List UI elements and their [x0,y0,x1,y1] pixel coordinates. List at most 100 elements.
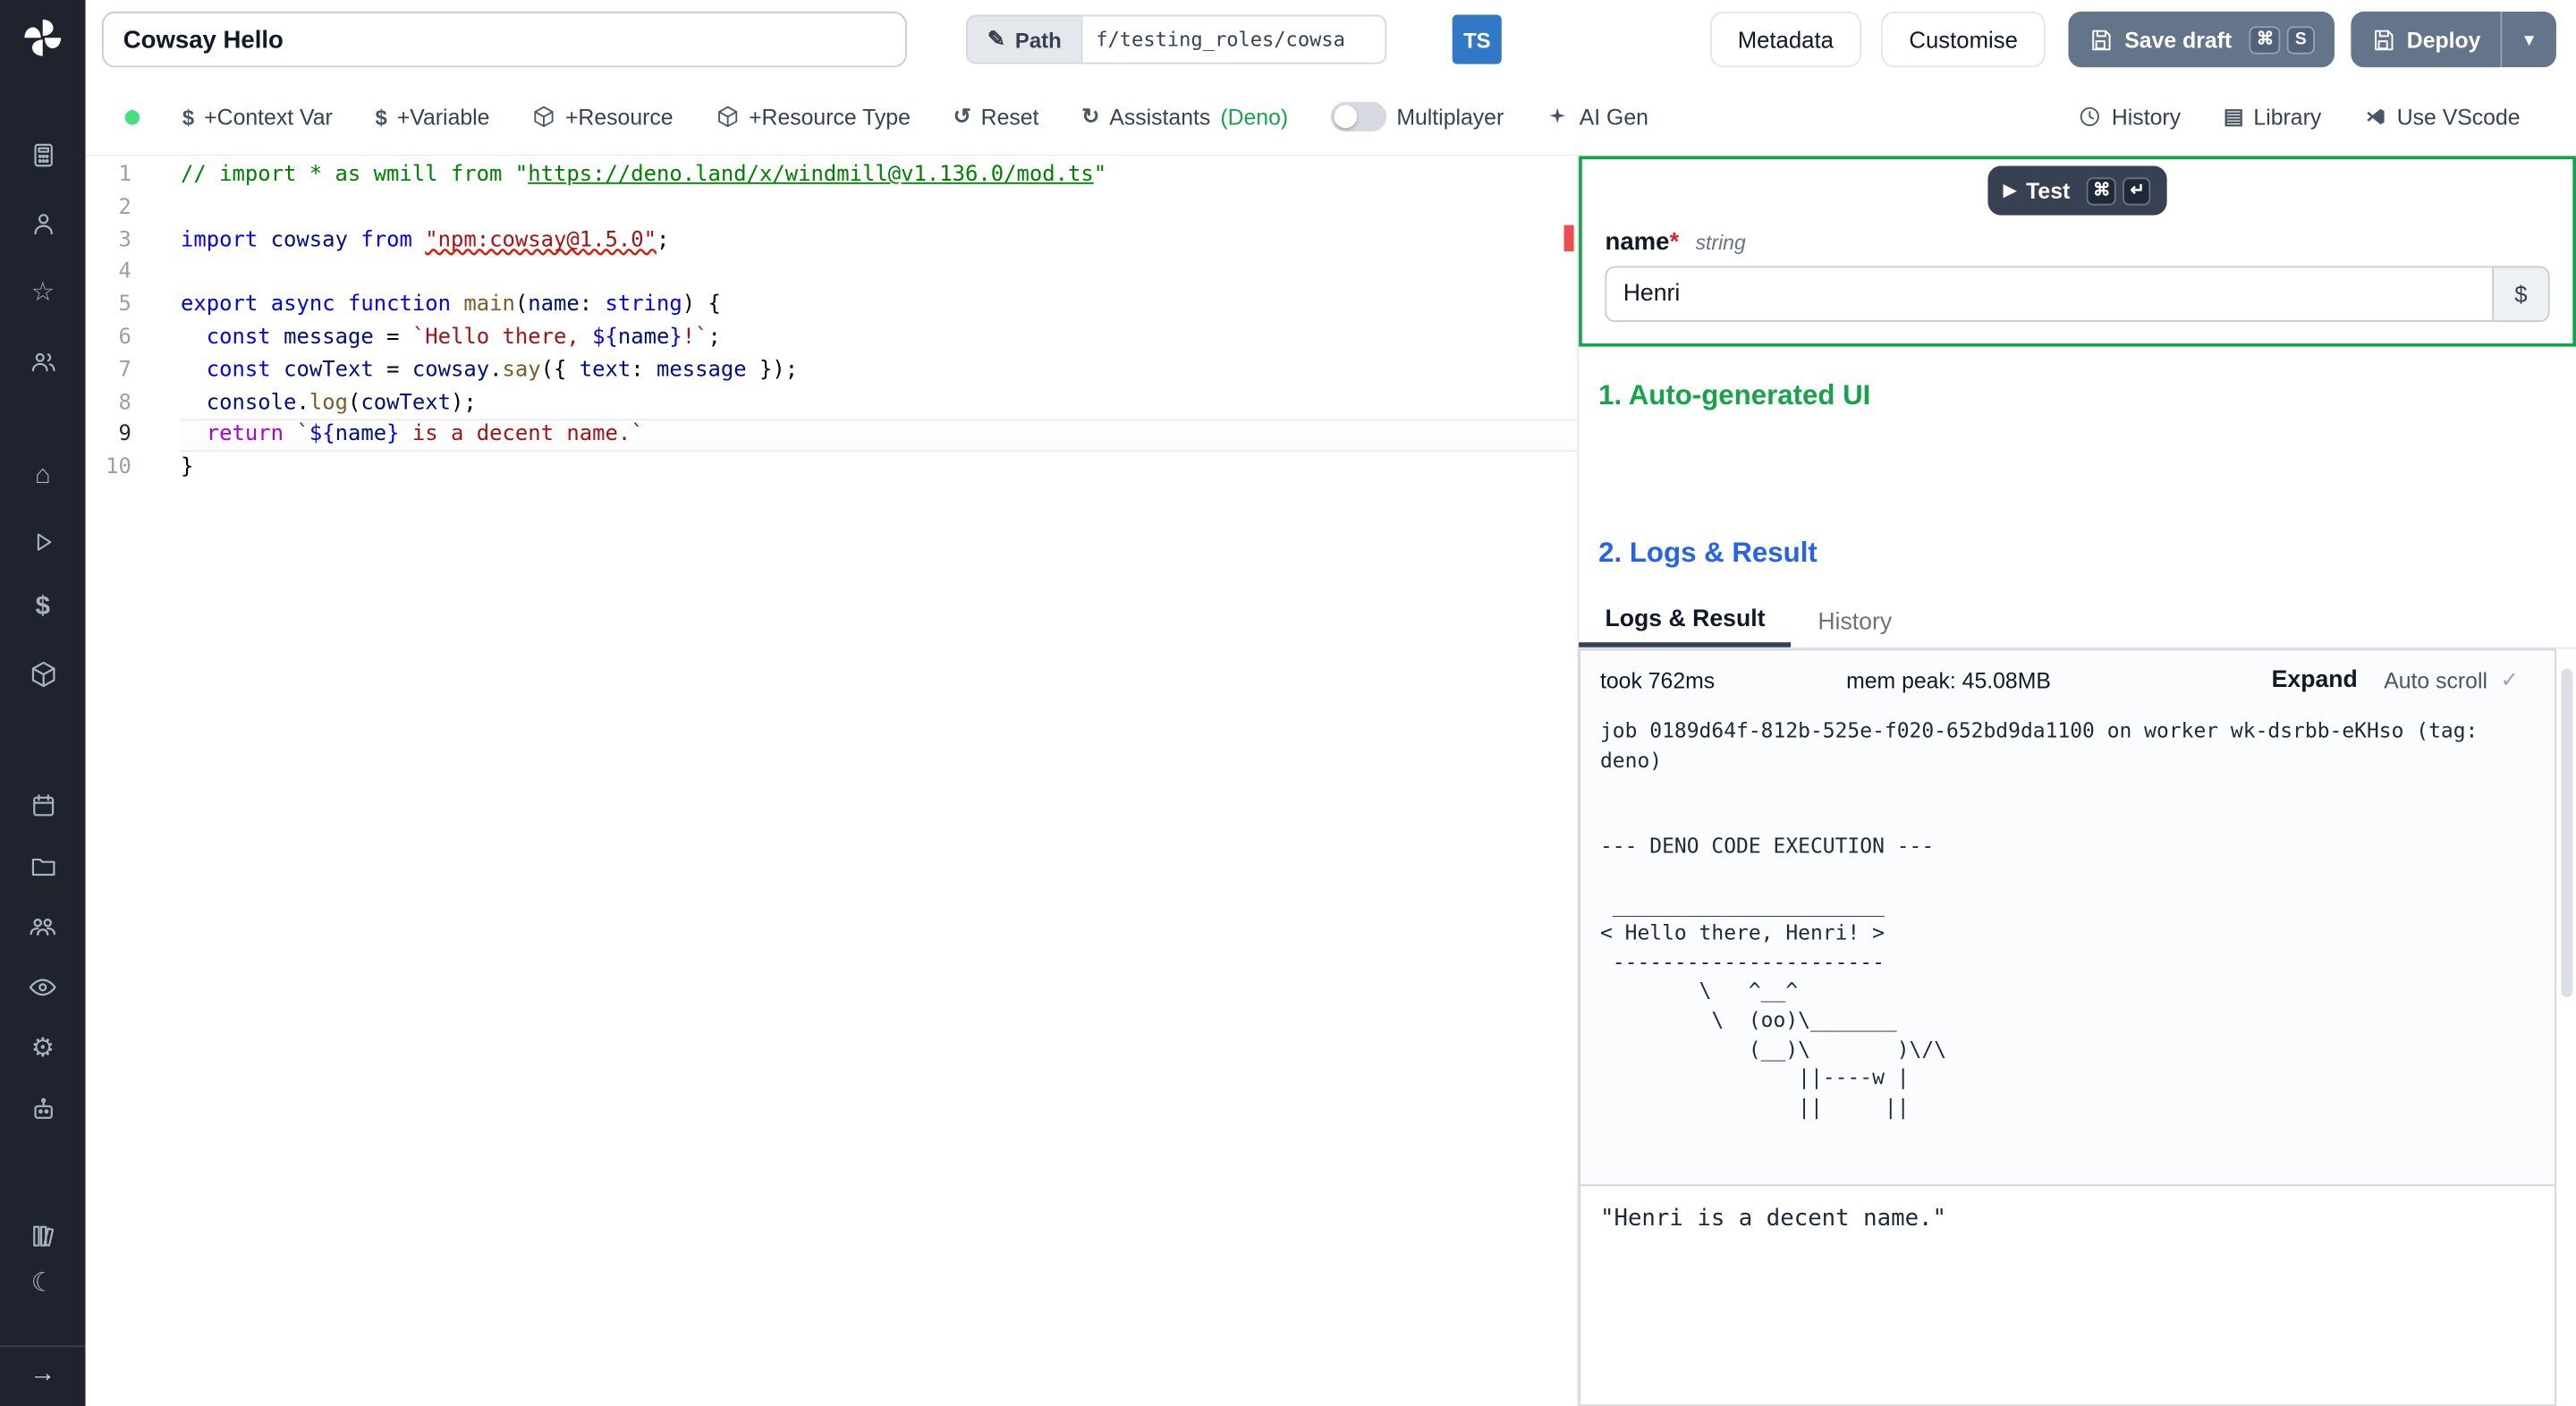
use-vscode-button[interactable]: Use VScode [2364,105,2521,129]
section-auto-generated-ui: 1. Auto-generated UI [1598,379,1871,411]
save-draft-shortcut: ⌘ S [2243,25,2315,55]
eye-icon[interactable] [0,968,86,1007]
path-button[interactable]: ✎ Path [966,14,1081,64]
tab-history[interactable]: History [1792,597,1919,648]
status-dot [124,109,140,124]
deploy-label: Deploy [2406,27,2481,52]
windmill-logo-icon[interactable] [20,13,65,63]
arg-name: name [1605,228,1670,257]
star-icon[interactable]: ☆ [0,273,86,312]
user-icon[interactable] [0,204,86,243]
gear-icon[interactable]: ⚙ [0,1029,86,1068]
home-icon[interactable]: ⌂ [0,457,86,496]
add-context-var-button[interactable]: $ +Context Var [182,105,333,130]
calendar-icon[interactable] [0,785,86,825]
arg-label-row: name * string [1605,228,2572,256]
history-button[interactable]: History [2079,105,2181,129]
calculator-icon[interactable] [0,135,86,174]
box-icon[interactable] [0,654,86,693]
code-editor[interactable]: 1 2 3 4 5 6 7 8 9 10 // import * as wmill from "h… [85,156,1578,1406]
chevron-down-icon: ▾ [2524,28,2535,51]
arg-type: string [1695,231,1746,255]
library-icon: ▤ [2223,103,2244,129]
check-icon[interactable]: ✓ [2501,667,2519,693]
assistants-language: (Deno) [1220,104,1289,130]
package-icon [716,106,739,129]
deploy-dropdown-button[interactable]: ▾ [2500,11,2556,68]
sidebar: ☆ ⌂ $ ⚙ ☾ → [0,0,86,1406]
sparkle-icon [1546,106,1570,129]
expand-button[interactable]: Expand [2272,667,2358,693]
vscode-icon [2364,106,2387,129]
result-value: "Henri is a decent name." [1599,1206,1947,1232]
package-icon [532,106,555,129]
clock-icon [2079,106,2102,129]
test-button[interactable]: ▶ Test ⌘ ↵ [1987,165,2168,216]
script-name-input[interactable] [101,11,907,68]
line-number-gutter: 1 2 3 4 5 6 7 8 9 10 [106,162,131,480]
pencil-icon: ✎ [987,26,1005,51]
multiplayer-control: Multiplayer [1330,101,1504,131]
result-pane: "Henri is a decent name." [1580,1184,2555,1405]
user-group-icon[interactable] [0,907,86,946]
tab-logs-result[interactable]: Logs & Result [1579,597,1792,648]
deploy-group: Deploy ▾ [2351,11,2556,68]
refresh-icon: ↻ [1081,103,1100,129]
path-input[interactable] [1080,14,1387,64]
sidebar-group-workspace: ⚙ [0,785,86,1150]
run-panel: ▶ Test ⌘↵ name* string $ 1. Auto-gene [1577,156,2576,1406]
content-area: 1 2 3 4 5 6 7 8 9 10 // import * as wmill from "h… [85,156,2576,1406]
auto-scroll-label: Auto scroll [2384,667,2487,693]
mem-peak-stat: mem peak: 45.08MB [1846,667,2051,693]
sidebar-group-run: ⌂ $ [0,457,86,720]
play-icon: ▶ [2003,181,2017,200]
arg-input-group: $ [1605,266,2550,322]
books-icon[interactable] [0,1215,86,1255]
path-group: ✎ Path [966,14,1387,64]
metadata-button[interactable]: Metadata [1709,11,1862,68]
logs-result-box: took 762ms mem peak: 45.08MB Expand Auto… [1579,648,2556,1406]
test-label: Test [2026,178,2071,203]
moon-icon[interactable]: ☾ [0,1263,86,1302]
logs-tabs: Logs & Result History [1579,597,2576,649]
deploy-icon [2370,27,2395,52]
add-variable-button[interactable]: $ +Variable [376,105,490,130]
deploy-button[interactable]: Deploy [2351,11,2501,68]
editor-toolbar: $ +Context Var $ +Variable +Resource +Reso… [85,79,2576,157]
reset-icon: ↺ [953,103,971,129]
run-stats-row: took 762ms mem peak: 45.08MB Expand Auto… [1580,650,2555,699]
dollar-icon[interactable]: $ [0,589,86,628]
required-asterisk: * [1669,228,1680,257]
multiplayer-label: Multiplayer [1396,104,1504,130]
top-bar: ✎ Path TS Metadata Customise Save draft … [85,0,2576,80]
typescript-badge: TS [1452,14,1502,64]
play-icon[interactable] [0,522,86,562]
worker-icon[interactable] [0,1089,86,1129]
panel-scrollbar[interactable] [2561,668,2573,997]
ai-gen-button[interactable]: AI Gen [1546,105,1648,129]
folder-icon[interactable] [0,846,86,885]
log-output: job 0189d64f-812b-525e-f020-652bd9da1100… [1599,717,2479,1119]
insert-variable-button[interactable]: $ [2492,267,2548,321]
library-button[interactable]: ▤ Library [2224,104,2321,130]
path-button-label: Path [1014,27,1062,52]
customise-button[interactable]: Customise [1881,11,2046,68]
code-lines[interactable]: // import * as wmill from "https://deno.… [181,159,1578,1406]
error-overview-marker [1563,224,1574,252]
add-resource-button[interactable]: +Resource [532,105,674,129]
add-resource-type-button[interactable]: +Resource Type [716,105,911,129]
sidebar-collapse: → [0,1345,86,1390]
save-icon [2089,27,2114,52]
arrow-right-icon[interactable]: → [30,1360,55,1390]
users-icon[interactable] [0,342,86,381]
sidebar-group-top: ☆ [0,135,86,411]
test-shortcut: ⌘ ↵ [2080,176,2152,206]
save-draft-button[interactable]: Save draft ⌘ S [2068,11,2334,68]
dollar-icon: $ [182,104,195,130]
assistants-button[interactable]: ↻ Assistants (Deno) [1081,104,1288,130]
multiplayer-toggle[interactable] [1330,101,1387,131]
save-draft-label: Save draft [2124,27,2233,52]
test-args-section: ▶ Test ⌘↵ name* string $ [1579,156,2576,347]
reset-button[interactable]: ↺ Reset [953,104,1039,130]
arg-name-input[interactable] [1606,267,2493,321]
